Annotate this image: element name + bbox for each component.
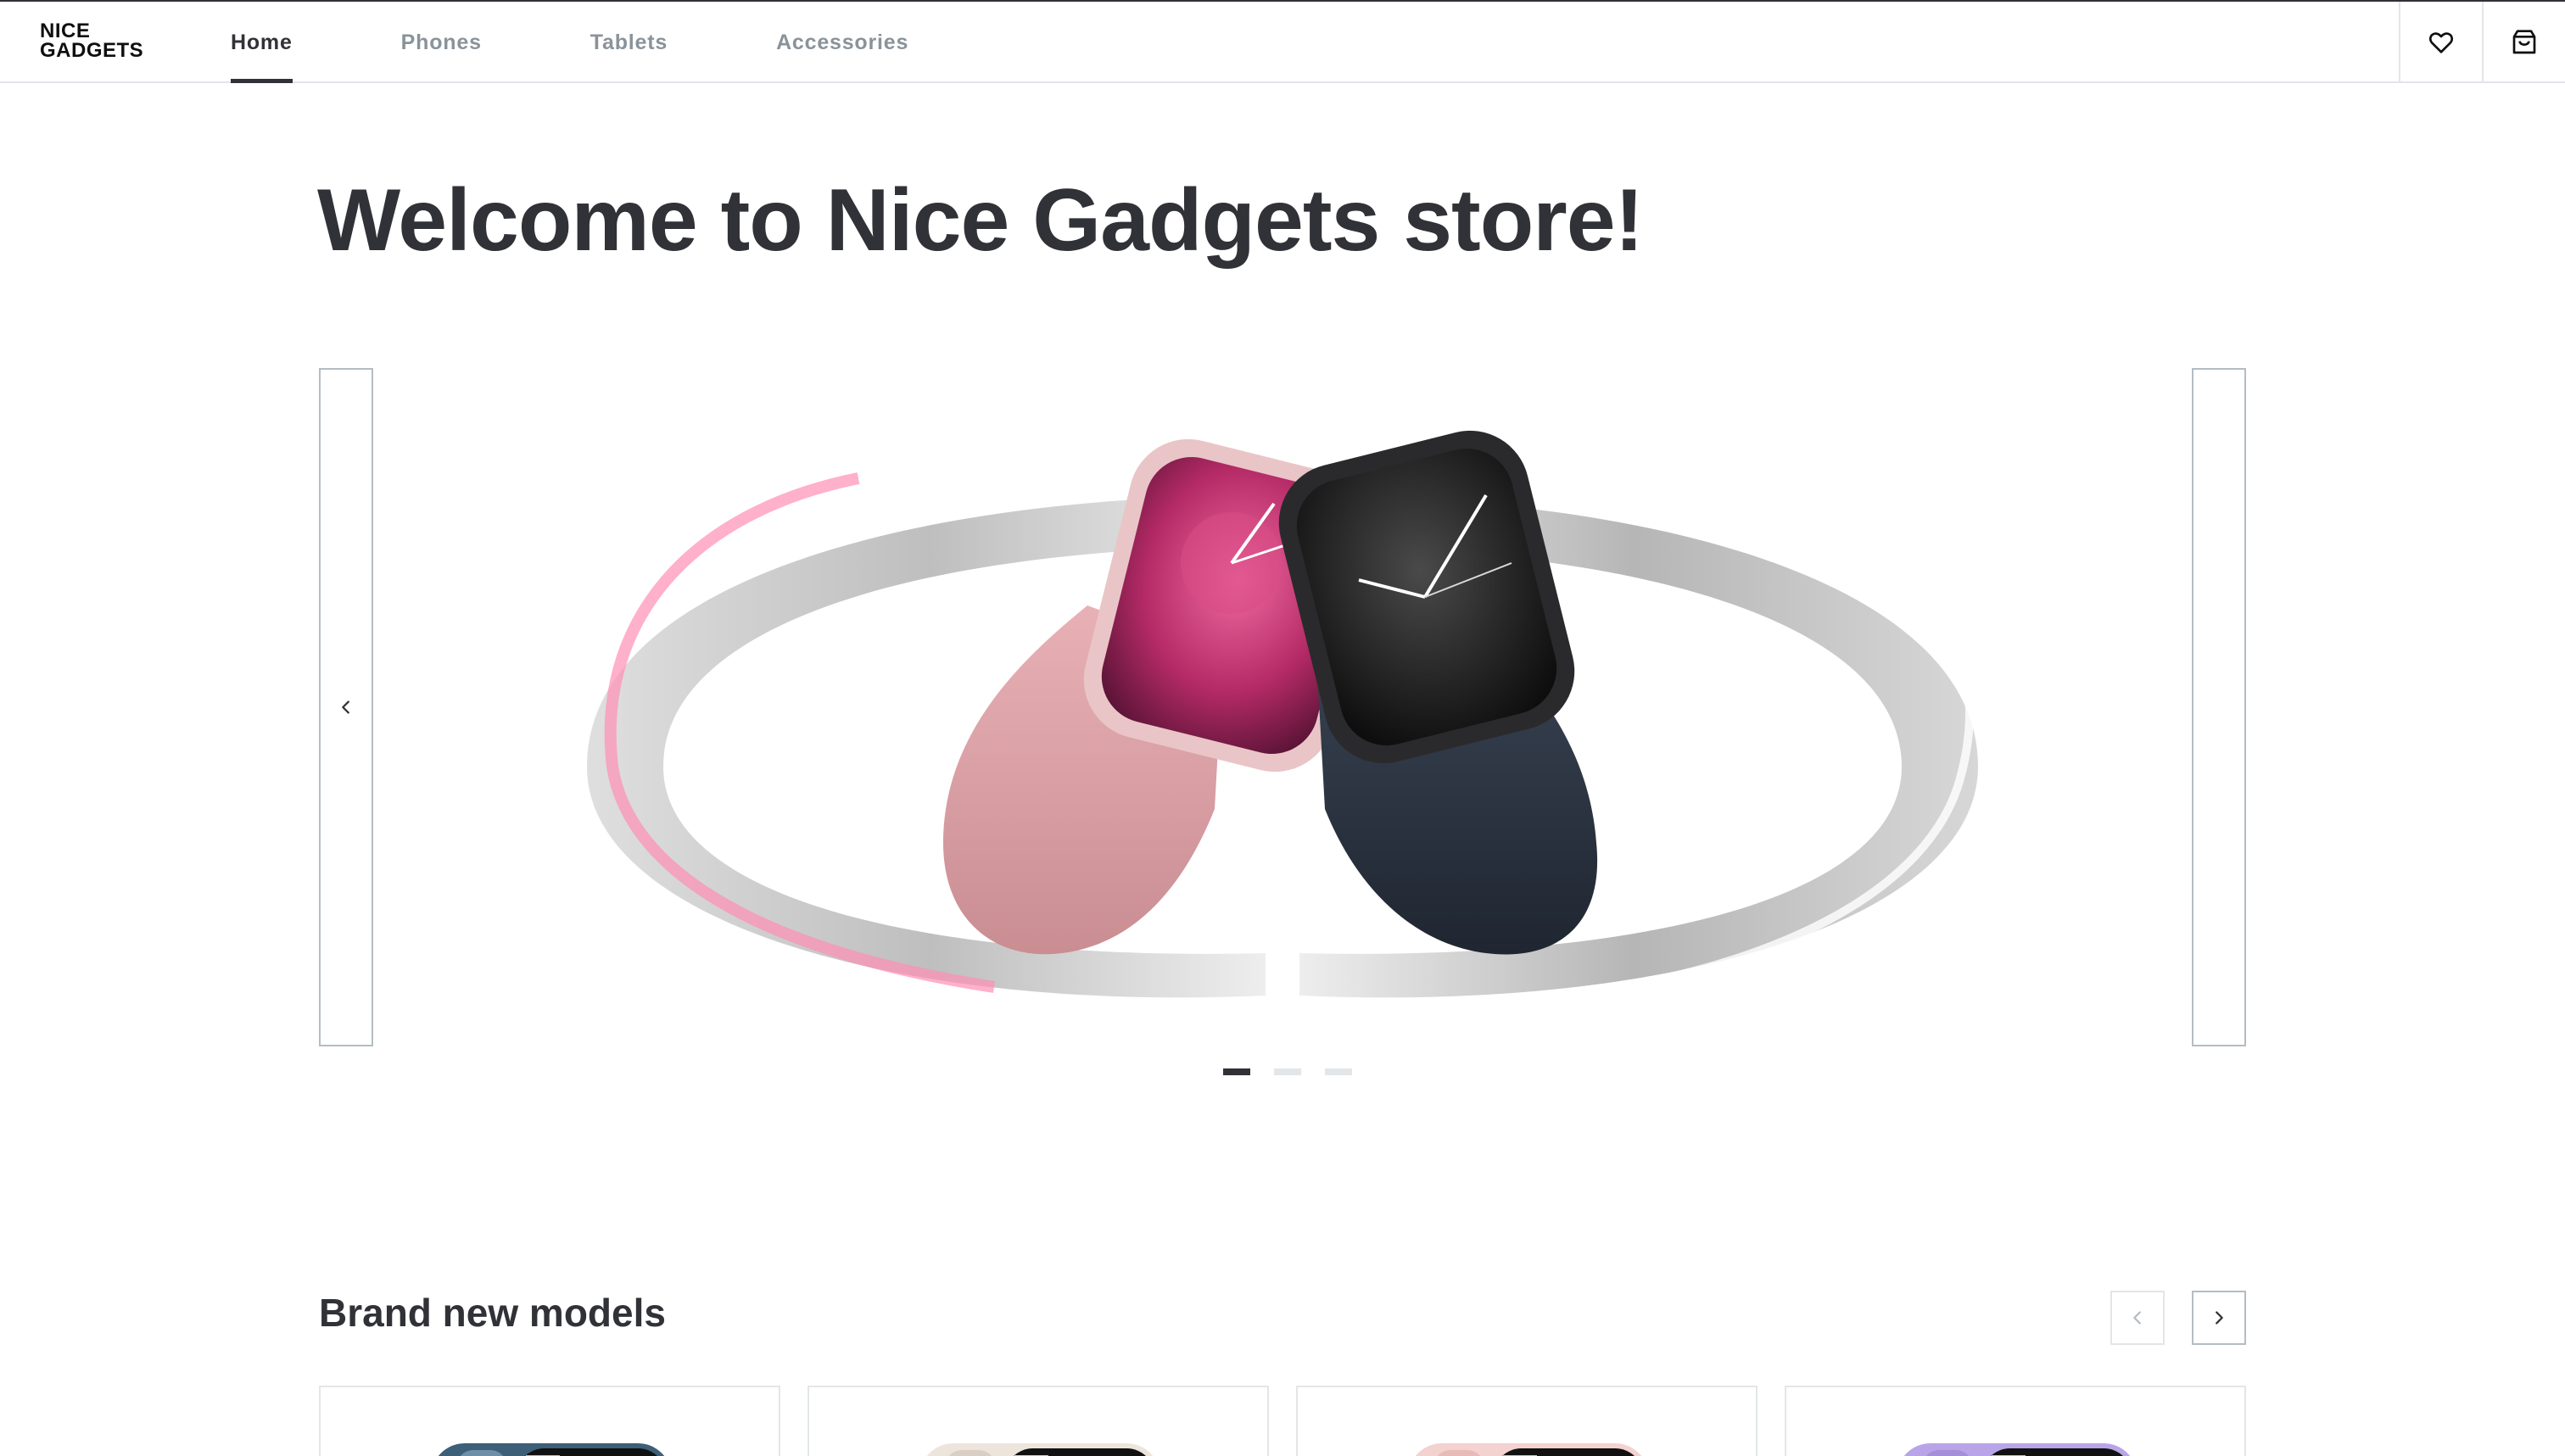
cart-button[interactable] [2482, 2, 2565, 83]
brand-new-prev-button[interactable] [2110, 1291, 2165, 1345]
site-header: NICE GADGETS Home Phones Tablets Accesso… [0, 0, 2565, 83]
slider-dot-1[interactable] [1223, 1068, 1250, 1075]
nav-home[interactable]: Home [231, 2, 293, 83]
logo-line1: NICE [40, 20, 91, 42]
slider-pagination [1223, 1068, 1352, 1075]
shopping-bag-icon [2512, 30, 2536, 54]
chevron-left-icon [2133, 1311, 2141, 1325]
phone-pink-image [1415, 1443, 1642, 1456]
slider-prev-button[interactable] [319, 368, 373, 1046]
chevron-left-icon [342, 700, 349, 714]
phone-blue-image [438, 1443, 665, 1456]
page-title: Welcome to Nice Gadgets store! [317, 171, 1644, 270]
product-card[interactable] [1785, 1386, 2246, 1456]
nav-phones[interactable]: Phones [401, 2, 482, 83]
phone-purple-image [1903, 1443, 2131, 1456]
logo[interactable]: NICE GADGETS [40, 20, 144, 62]
brand-new-title: Brand new models [319, 1291, 666, 1335]
main-nav: Home Phones Tablets Accessories [231, 2, 1017, 83]
phone-starlight-image [926, 1443, 1154, 1456]
product-card[interactable] [808, 1386, 1269, 1456]
slider-dot-2[interactable] [1274, 1068, 1301, 1075]
heart-icon [2428, 32, 2454, 53]
logo-line2: GADGETS [40, 39, 144, 62]
hero-banner[interactable] [383, 368, 2178, 1046]
nav-accessories[interactable]: Accessories [776, 2, 908, 83]
product-card[interactable] [319, 1386, 780, 1456]
apple-watch-banner-image [587, 430, 1978, 998]
slider-dot-3[interactable] [1325, 1068, 1352, 1075]
brand-new-next-button[interactable] [2192, 1291, 2246, 1345]
slider-next-button[interactable] [2192, 368, 2246, 1046]
product-card[interactable] [1296, 1386, 1758, 1456]
nav-tablets[interactable]: Tablets [590, 2, 668, 83]
favorites-button[interactable] [2399, 2, 2482, 83]
chevron-right-icon [2216, 1311, 2223, 1325]
